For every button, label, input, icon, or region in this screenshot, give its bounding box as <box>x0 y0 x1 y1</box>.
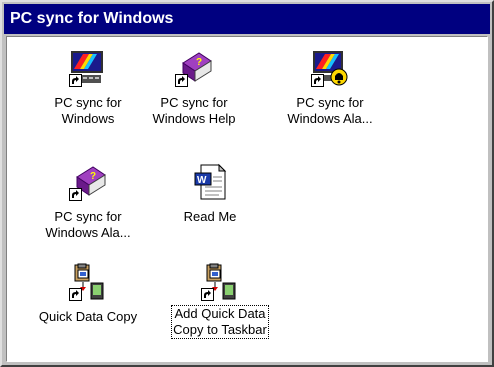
file-read-me[interactable]: W Read Me <box>155 163 265 225</box>
title-bar[interactable]: PC sync for Windows <box>4 4 490 34</box>
quick-data-copy-icon <box>201 263 239 301</box>
pc-sync-alarm-icon <box>311 49 349 87</box>
svg-text:?: ? <box>90 171 96 182</box>
pc-sync-app-icon <box>69 49 107 87</box>
shortcut-pc-sync-alarm-help[interactable]: ? PC sync for Windows Ala... <box>33 163 143 241</box>
item-label: PC sync for Windows Ala... <box>45 209 131 240</box>
shortcut-pc-sync[interactable]: PC sync for Windows <box>33 49 143 127</box>
help-book-icon: ? <box>175 49 213 87</box>
word-document-icon: W <box>191 163 229 201</box>
item-label: Quick Data Copy <box>38 309 138 324</box>
item-label: PC sync for Windows Ala... <box>287 95 373 126</box>
folder-content: PC sync for Windows ? PC sync for Window… <box>6 36 488 362</box>
item-label: Read Me <box>183 209 237 224</box>
window-title: PC sync for Windows <box>10 10 174 27</box>
shortcut-add-quick-data-copy[interactable]: Add Quick Data Copy to Taskbar <box>165 263 275 339</box>
explorer-window: PC sync for Windows PC sync for Windows … <box>0 0 494 367</box>
shortcut-arrow-icon <box>175 74 188 87</box>
shortcut-arrow-icon <box>311 74 324 87</box>
help-book-icon: ? <box>69 163 107 201</box>
shortcut-arrow-icon <box>69 188 82 201</box>
shortcut-arrow-icon <box>69 74 82 87</box>
item-label: Add Quick Data Copy to Taskbar <box>171 305 269 339</box>
shortcut-pc-sync-help[interactable]: ? PC sync for Windows Help <box>139 49 249 127</box>
shortcut-pc-sync-alarm[interactable]: PC sync for Windows Ala... <box>275 49 385 127</box>
svg-text:?: ? <box>196 57 202 68</box>
svg-text:W: W <box>197 175 207 186</box>
quick-data-copy-icon <box>69 263 107 301</box>
item-label: PC sync for Windows Help <box>152 95 236 126</box>
item-label: PC sync for Windows <box>54 95 122 126</box>
shortcut-arrow-icon <box>201 288 214 301</box>
shortcut-quick-data-copy[interactable]: Quick Data Copy <box>33 263 143 325</box>
shortcut-arrow-icon <box>69 288 82 301</box>
